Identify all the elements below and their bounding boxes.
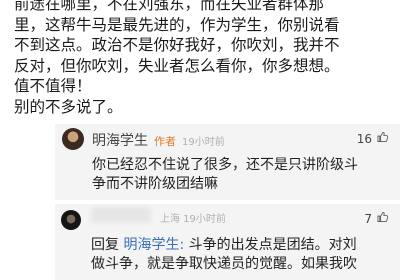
reply-line: 你已经忍不住说了很多，还不是只讲阶级斗 xyxy=(92,157,358,173)
author-badge: 作者 xyxy=(154,135,176,148)
reply-line: 争而不讲阶级团结嘛 xyxy=(92,176,218,192)
reply-card[interactable]: 明海学生 作者 19小时前 16 你已经忍不住说了很多，还不是只讲阶级斗 争而不讲阶… xyxy=(55,124,400,200)
reply-time: 19小时前 xyxy=(182,137,225,148)
reply-line-text: 斗争的出发点是团结。对刘 xyxy=(184,237,357,253)
reply-author[interactable]: 明海学生 作者 19小时前 xyxy=(92,130,225,150)
mention-link[interactable]: 明海学生: xyxy=(123,237,184,253)
like-count: 7 xyxy=(364,212,372,226)
comment-line: 里，这帮牛马是最先进的，作为学生，你别说看 xyxy=(14,15,340,34)
reply-line: 回复 明海学生: 斗争的出发点是团结。对刘 xyxy=(91,236,391,255)
comment-line: 值不值得！ xyxy=(14,77,92,95)
reply-line: 做斗争，就是争取快递员的觉醒。如果我吹 xyxy=(91,256,357,272)
like-count: 16 xyxy=(356,132,372,146)
comment-body: 前途在哪里，不在刘强东，而在失业者群体那 里，这帮牛马是最先进的，作为学生，你别… xyxy=(14,0,394,117)
reply-prefix: 回复 xyxy=(91,237,124,253)
comment-line: 反对，但你吹刘，失业者怎么看你，你多想想。 xyxy=(14,56,340,75)
avatar[interactable] xyxy=(61,210,81,230)
reply-text: 回复 明海学生: 斗争的出发点是团结。对刘 做斗争，就是争取快递员的觉醒。如果我… xyxy=(91,236,391,274)
comment-line: 别的不多说了。 xyxy=(14,97,123,116)
location-time: 上海 19小时前 xyxy=(160,214,226,225)
reply-text: 你已经忍不住说了很多，还不是只讲阶级斗 争而不讲阶级团结嘛 xyxy=(92,156,392,194)
author-name[interactable]: 明海学生 xyxy=(92,133,148,149)
comment-line: 前途在哪里，不在刘强东，而在失业者群体那 xyxy=(14,0,325,13)
avatar[interactable] xyxy=(62,128,84,150)
reply-card[interactable]: 上海 19小时前 7 回复 明海学生: 斗争的出发点是团结。对刘 做斗争，就是争… xyxy=(55,204,400,280)
comment-line: 不到这点。政治不是你好我好，你吹刘，我并不 xyxy=(14,36,340,54)
like-icon[interactable] xyxy=(377,211,388,223)
like-icon[interactable] xyxy=(377,131,388,143)
blurred-username xyxy=(91,207,151,223)
